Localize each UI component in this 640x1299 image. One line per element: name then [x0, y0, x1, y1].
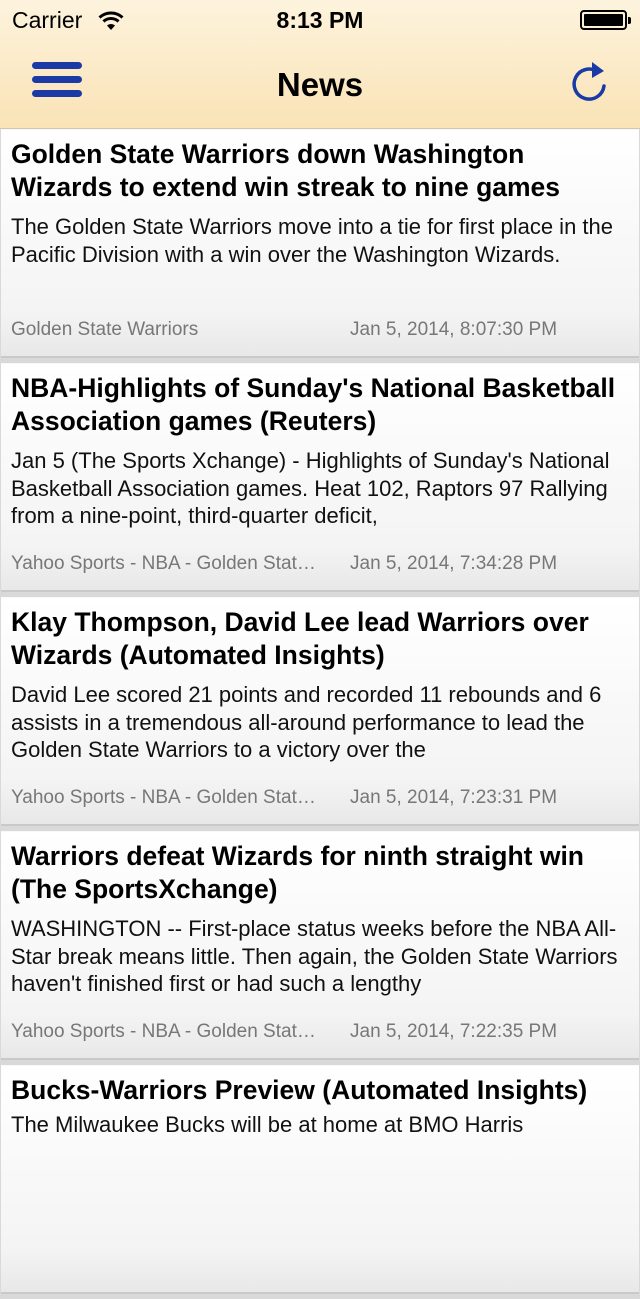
- news-item-date: Jan 5, 2014, 8:07:30 PM: [350, 319, 558, 340]
- news-item-summary: The Milwaukee Bucks will be at home at B…: [11, 1112, 524, 1137]
- news-item-title: Bucks-Warriors Preview (Automated Insigh…: [11, 1075, 588, 1105]
- news-item-summary: Jan 5 (The Sports Xchange) - Highlights …: [11, 448, 610, 528]
- news-item-summary: WASHINGTON -- First-place status weeks b…: [11, 916, 618, 996]
- status-bar: Carrier 8:13 PM: [0, 0, 640, 40]
- battery-icon: [580, 10, 631, 30]
- news-item[interactable]: Klay Thompson, David Lee lead Warriors o…: [1, 597, 639, 826]
- news-item-source: Yahoo Sports - NBA - Golden Stat…: [11, 787, 316, 808]
- news-item-summary: The Golden State Warriors move into a ti…: [11, 214, 614, 267]
- news-item-source: Golden State Warriors: [11, 319, 199, 340]
- news-item-source: Yahoo Sports - NBA - Golden Stat…: [11, 1021, 316, 1042]
- news-item[interactable]: NBA-Highlights of Sunday's National Bask…: [1, 363, 639, 592]
- news-item-title: NBA-Highlights of Sunday's National Bask…: [11, 373, 616, 436]
- news-item-title: Warriors defeat Wizards for ninth straig…: [11, 841, 584, 904]
- news-item-date: Jan 5, 2014, 7:22:35 PM: [350, 1021, 558, 1042]
- news-item[interactable]: Bucks-Warriors Preview (Automated Insigh…: [1, 1065, 639, 1294]
- news-list: Golden State Warriors down Washington Wi…: [0, 129, 640, 1299]
- navigation-bar: Carrier 8:13 PM News: [0, 0, 640, 129]
- news-item-summary: David Lee scored 21 points and recorded …: [11, 682, 602, 762]
- news-item-date: Jan 5, 2014, 7:34:28 PM: [350, 553, 558, 574]
- refresh-icon: [572, 62, 606, 101]
- news-item-source: Yahoo Sports - NBA - Golden Stat…: [11, 553, 316, 574]
- news-item[interactable]: Warriors defeat Wizards for ninth straig…: [1, 831, 639, 1060]
- news-item[interactable]: Golden State Warriors down Washington Wi…: [1, 129, 639, 358]
- news-item-title: Golden State Warriors down Washington Wi…: [11, 139, 561, 202]
- status-time: 8:13 PM: [276, 7, 364, 33]
- refresh-button[interactable]: [568, 58, 612, 106]
- news-item-date: Jan 5, 2014, 7:23:31 PM: [350, 787, 558, 808]
- page-title: News: [276, 66, 364, 103]
- news-item-title: Klay Thompson, David Lee lead Warriors o…: [11, 607, 589, 670]
